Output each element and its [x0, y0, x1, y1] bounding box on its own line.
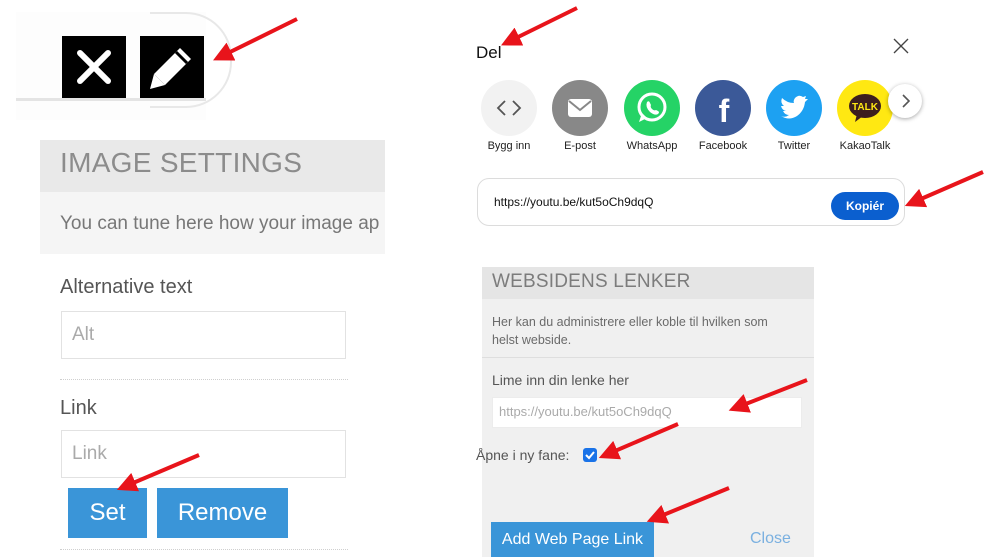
copy-button[interactable]: Kopiér: [831, 192, 899, 220]
share-url[interactable]: https://youtu.be/kut5oCh9dqQ: [494, 195, 653, 209]
share-email-button[interactable]: [552, 80, 608, 136]
image-settings-title: IMAGE SETTINGS: [60, 147, 303, 178]
chevron-right-icon: [902, 94, 911, 108]
paste-link-label: Lime inn din lenke her: [492, 372, 629, 388]
whatsapp-icon: [637, 92, 667, 122]
kakaotalk-icon: TALK: [849, 94, 881, 122]
arrow-copy-button: [904, 170, 984, 208]
add-web-page-link-button[interactable]: Add Web Page Link: [491, 522, 654, 557]
share-facebook-button[interactable]: f: [695, 80, 751, 136]
share-title: Del: [476, 43, 502, 62]
twitter-icon: [781, 95, 808, 119]
link-label: Link: [60, 397, 97, 419]
alt-text-label: Alternative text: [60, 276, 193, 298]
close-link-button[interactable]: Close: [750, 530, 791, 548]
arrow-share-title: [501, 6, 578, 46]
share-facebook-label: Facebook: [698, 140, 748, 152]
share-email-label: E-post: [564, 140, 596, 152]
set-button[interactable]: Set: [68, 488, 147, 538]
edit-button[interactable]: [140, 36, 204, 98]
svg-text:f: f: [719, 93, 730, 129]
alt-text-input[interactable]: Alt: [61, 311, 346, 359]
image-settings-description: You can tune here how your image ap: [60, 213, 380, 234]
divider: [482, 357, 814, 358]
share-whatsapp-label: WhatsApp: [626, 140, 678, 152]
new-tab-label: Åpne i ny fane:: [476, 447, 570, 463]
share-whatsapp-button[interactable]: [624, 80, 680, 136]
facebook-icon: f: [719, 93, 730, 129]
web-links-title: WEBSIDENS LENKER: [492, 271, 691, 292]
paste-link-input[interactable]: https://youtu.be/kut5oCh9dqQ: [492, 397, 802, 428]
share-twitter-label: Twitter: [777, 140, 811, 152]
share-embed-button[interactable]: [481, 80, 537, 136]
envelope-icon: [568, 99, 592, 117]
x-icon: [77, 50, 111, 84]
close-button[interactable]: [892, 37, 910, 60]
toolbar-divider: [16, 98, 206, 101]
web-links-description: Her kan du administrere eller koble til …: [492, 315, 768, 347]
share-kakaotalk-button[interactable]: TALK: [837, 80, 893, 136]
embed-icon: [496, 100, 522, 116]
delete-button[interactable]: [62, 36, 126, 98]
pencil-icon: [150, 48, 191, 89]
arrow-toolbar: [213, 17, 298, 61]
close-icon: [893, 38, 909, 54]
share-embed-label: Bygg inn: [487, 140, 531, 152]
image-settings-description-bar: You can tune here how your image ap: [40, 192, 385, 254]
divider: [60, 379, 348, 380]
remove-button[interactable]: Remove: [157, 488, 288, 538]
divider: [60, 549, 348, 550]
share-next-button[interactable]: [888, 84, 922, 118]
link-input[interactable]: Link: [61, 430, 346, 478]
checkmark-icon: [585, 451, 595, 460]
new-tab-checkbox[interactable]: [583, 448, 597, 462]
share-kakaotalk-label: KakaoTalk: [839, 140, 891, 152]
share-twitter-button[interactable]: [766, 80, 822, 136]
svg-text:TALK: TALK: [852, 102, 879, 113]
